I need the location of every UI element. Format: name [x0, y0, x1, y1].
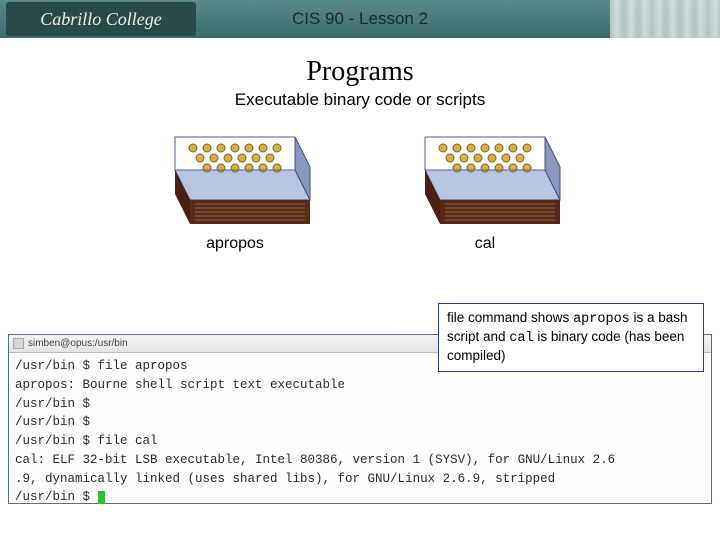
- page-subtitle: Executable binary code or scripts: [0, 90, 720, 110]
- box-label-apropos: apropos: [206, 235, 264, 253]
- callout-text-1: file command shows: [447, 310, 573, 325]
- box-col-cal: cal: [405, 132, 565, 253]
- terminal-line: .9, dynamically linked (uses shared libs…: [15, 472, 555, 486]
- page-title: Programs: [0, 56, 720, 88]
- header-bar: Cabrillo College CIS 90 - Lesson 2: [0, 0, 720, 38]
- terminal-title: simben@opus:/usr/bin: [28, 338, 128, 349]
- terminal-cursor: [98, 491, 105, 504]
- terminal-line: /usr/bin $ file apropos: [15, 359, 188, 373]
- header-title: CIS 90 - Lesson 2: [292, 9, 428, 29]
- terminal-line: /usr/bin $: [15, 490, 98, 504]
- callout-box: file command shows apropos is a bash scr…: [438, 303, 704, 372]
- terminal-line: apropos: Bourne shell script text execut…: [15, 378, 345, 392]
- pillars-decoration: [610, 0, 720, 38]
- terminal-line: /usr/bin $ file cal: [15, 434, 158, 448]
- terminal-body: /usr/bin $ file apropos apropos: Bourne …: [9, 353, 711, 511]
- terminal-line: cal: ELF 32-bit LSB executable, Intel 80…: [15, 453, 615, 467]
- college-logo: Cabrillo College: [6, 2, 196, 36]
- boxes-row: apropos cal: [0, 132, 720, 253]
- terminal-app-icon: [13, 338, 24, 349]
- terminal-line: /usr/bin $: [15, 415, 90, 429]
- treasure-box-icon: [405, 132, 565, 227]
- treasure-box-icon: [155, 132, 315, 227]
- callout-mono-cal: cal: [509, 331, 533, 346]
- box-label-cal: cal: [475, 235, 495, 253]
- callout-mono-apropos: apropos: [573, 312, 630, 327]
- logo-text: Cabrillo College: [40, 9, 162, 30]
- box-col-apropos: apropos: [155, 132, 315, 253]
- terminal-line: /usr/bin $: [15, 397, 90, 411]
